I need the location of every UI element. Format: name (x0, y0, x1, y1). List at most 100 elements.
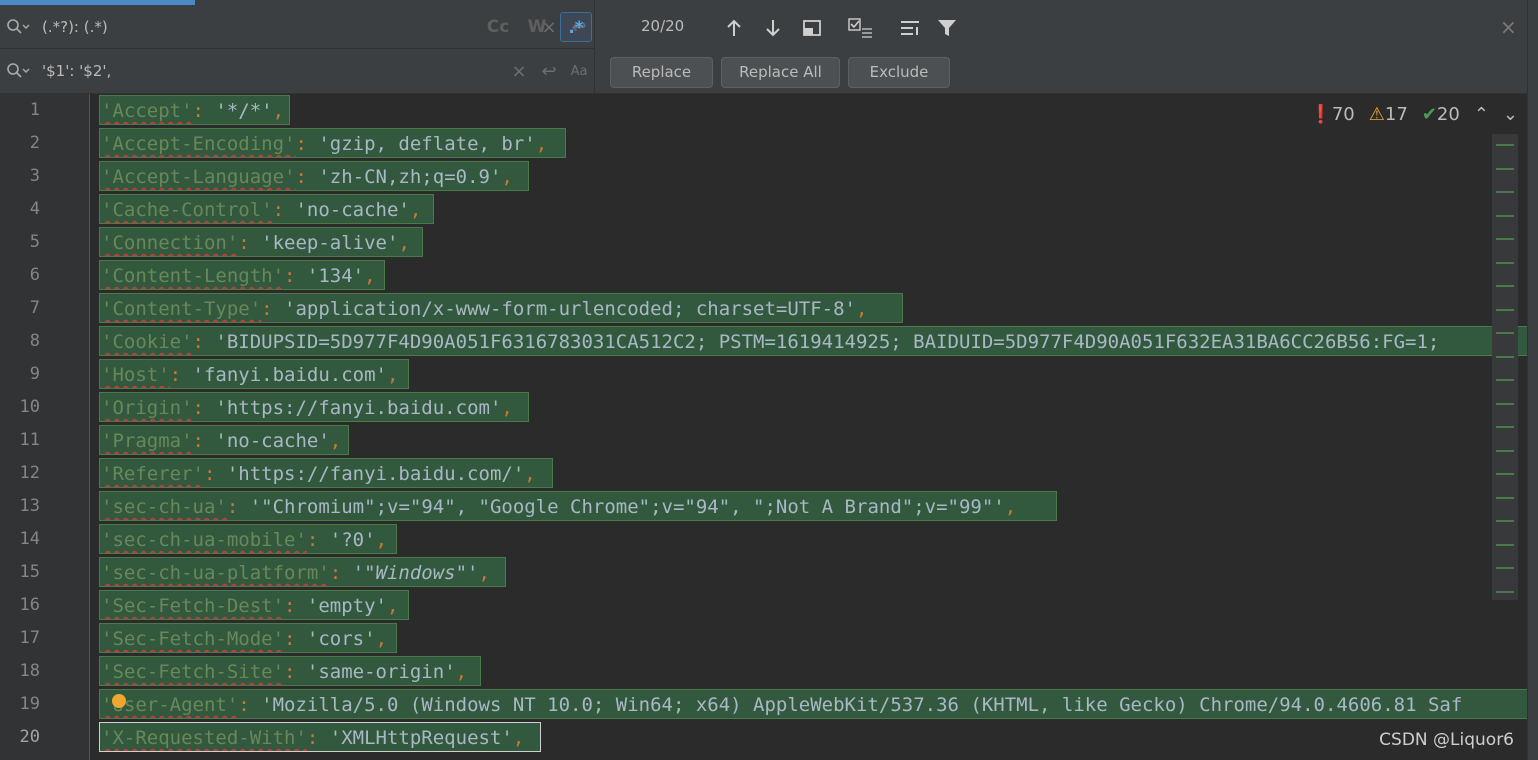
stripe-marker[interactable] (1496, 520, 1514, 522)
comma: , (272, 100, 285, 122)
match-highlight[interactable]: 'Connection': 'keep-alive', (99, 227, 423, 257)
stripe-marker[interactable] (1496, 402, 1514, 405)
new-line-icon[interactable]: ↩ (534, 61, 564, 82)
stripe-marker[interactable] (1496, 144, 1514, 146)
match-highlight[interactable]: 'Sec-Fetch-Mode': 'cors', (99, 623, 397, 653)
ok-count[interactable]: ✔20 (1422, 104, 1460, 125)
stripe-marker[interactable] (1496, 590, 1514, 593)
code-line[interactable]: 16 'Sec-Fetch-Dest': 'empty', (0, 589, 1528, 622)
warning-count[interactable]: ⚠17 (1369, 104, 1408, 125)
stripe-marker[interactable] (1496, 191, 1514, 193)
match-highlight[interactable]: 'Content-Length': '134', (99, 260, 385, 290)
code-line[interactable]: 19 'User-Agent': 'Mozilla/5.0 (Windows NT… (0, 688, 1528, 721)
right-tool-strip[interactable] (1527, 0, 1538, 760)
open-in-window-icon[interactable] (897, 15, 923, 41)
stripe-marker[interactable] (1496, 426, 1514, 428)
filter-icon[interactable] (934, 15, 960, 41)
match-highlight[interactable]: 'Accept': '*/*', (99, 95, 290, 125)
stripe-marker[interactable] (1496, 332, 1514, 334)
stripe-marker[interactable] (1496, 285, 1514, 287)
code-editor[interactable]: 1 'Accept': '*/*', 2 'Accept-Encoding': 'gz… (0, 94, 1528, 760)
replace-history-icon[interactable] (6, 62, 36, 80)
regex-toggle[interactable]: .* (560, 12, 592, 42)
search-input[interactable]: (.*?): (.*) (42, 18, 534, 36)
code-line[interactable]: 11 'Pragma': 'no-cache', (0, 424, 1528, 457)
match-highlight[interactable]: 'sec-ch-ua-platform': '"Windows"', (99, 557, 506, 587)
code-line[interactable]: 12 'Referer': 'https://fanyi.baidu.com/', (0, 457, 1528, 490)
match-highlight[interactable]: 'Accept-Language': 'zh-CN,zh;q=0.9', (99, 161, 529, 191)
code-line[interactable]: 17 'Sec-Fetch-Mode': 'cors', (0, 622, 1528, 655)
match-highlight[interactable]: 'sec-ch-ua-mobile': '?0', (99, 524, 397, 554)
stripe-marker[interactable] (1496, 473, 1514, 475)
code-line[interactable]: 20 'X-Requested-With': 'XMLHttpRequest', (0, 721, 1528, 754)
comma: , (535, 133, 548, 155)
exclude-button[interactable]: Exclude (848, 57, 950, 88)
colon: : (192, 430, 216, 452)
replace-input[interactable]: '$1': '$2', (42, 62, 504, 80)
match-highlight[interactable]: 'Referer': 'https://fanyi.baidu.com/', (99, 458, 553, 488)
match-highlight[interactable]: 'Origin': 'https://fanyi.baidu.com', (99, 392, 529, 422)
previous-highlight-icon[interactable]: ⌃ (1474, 104, 1489, 125)
previous-occurrence-icon[interactable] (721, 15, 747, 41)
code-line[interactable]: 14 'sec-ch-ua-mobile': '?0', (0, 523, 1528, 556)
stripe-marker[interactable] (1496, 214, 1514, 217)
dict-key: 'Connection' (101, 232, 239, 254)
intention-bulb-icon[interactable] (112, 694, 126, 708)
match-highlight[interactable]: 'User-Agent': 'Mozilla/5.0 (Windows NT 1… (99, 689, 1528, 719)
code-line[interactable]: 15 'sec-ch-ua-platform': '"Windows"', (0, 556, 1528, 589)
inspection-widget[interactable]: ❗70 ⚠17 ✔20 ⌃ ⌄ (1309, 104, 1518, 125)
code-line[interactable]: 1 'Accept': '*/*', (0, 94, 1528, 127)
words-toggle[interactable]: W (522, 12, 552, 42)
stripe-marker[interactable] (1496, 496, 1514, 499)
error-count[interactable]: ❗70 (1309, 104, 1354, 125)
next-highlight-icon[interactable]: ⌄ (1503, 104, 1518, 125)
stripe-marker[interactable] (1496, 167, 1514, 170)
replace-all-button[interactable]: Replace All (721, 57, 840, 88)
match-highlight[interactable]: 'Accept-Encoding': 'gzip, deflate, br', (99, 128, 566, 158)
dict-key: 'sec-ch-ua-mobile' (101, 529, 307, 551)
stripe-marker[interactable] (1496, 308, 1514, 311)
replace-field[interactable]: '$1': '$2', × ↩ Aa (0, 50, 594, 92)
error-stripe[interactable] (1492, 134, 1518, 600)
preserve-case-icon[interactable]: Aa (564, 64, 594, 79)
match-highlight[interactable]: 'Content-Type': 'application/x-www-form-… (99, 293, 903, 323)
code-line[interactable]: 8 'Cookie': 'BIDUPSID=5D977F4D90A051F6316… (0, 325, 1528, 358)
clear-replace-icon[interactable]: × (504, 61, 534, 82)
close-icon[interactable]: × (1500, 15, 1517, 39)
replace-button[interactable]: Replace (610, 57, 713, 88)
match-highlight[interactable]: 'Pragma': 'no-cache', (99, 425, 349, 455)
match-case-toggle[interactable]: Cc (482, 12, 514, 42)
match-highlight[interactable]: 'Cookie': 'BIDUPSID=5D977F4D90A051F63167… (99, 326, 1528, 356)
stripe-marker[interactable] (1496, 238, 1514, 240)
match-highlight[interactable]: 'sec-ch-ua': '"Chromium";v="94", "Google… (99, 491, 1057, 521)
match-highlight[interactable]: 'X-Requested-With': 'XMLHttpRequest', (99, 722, 541, 752)
stripe-marker[interactable] (1496, 379, 1514, 381)
code-line[interactable]: 5 'Connection': 'keep-alive', (0, 226, 1528, 259)
code-line[interactable]: 13 'sec-ch-ua': '"Chromium";v="94", "Goog… (0, 490, 1528, 523)
stripe-marker[interactable] (1496, 261, 1514, 264)
colon: : (192, 397, 216, 419)
stripe-marker[interactable] (1496, 355, 1514, 358)
search-history-icon[interactable] (6, 18, 36, 36)
stripe-marker[interactable] (1496, 543, 1514, 546)
match-highlight[interactable]: 'Sec-Fetch-Dest': 'empty', (99, 590, 409, 620)
dict-value: '*/*' (215, 100, 273, 122)
colon: : (192, 100, 216, 122)
code-line[interactable]: 2 'Accept-Encoding': 'gzip, deflate, br', (0, 127, 1528, 160)
code-line[interactable]: 7 'Content-Type': 'application/x-www-form… (0, 292, 1528, 325)
stripe-marker[interactable] (1496, 567, 1514, 569)
next-occurrence-icon[interactable] (760, 15, 786, 41)
in-selection-icon[interactable] (848, 15, 874, 41)
select-all-occurrences-icon[interactable] (799, 15, 825, 41)
dict-key: 'sec-ch-ua-platform' (101, 562, 330, 584)
code-line[interactable]: 3 'Accept-Language': 'zh-CN,zh;q=0.9', (0, 160, 1528, 193)
match-highlight[interactable]: 'Sec-Fetch-Site': 'same-origin', (99, 656, 481, 686)
match-highlight[interactable]: 'Cache-Control': 'no-cache', (99, 194, 434, 224)
code-line[interactable]: 4 'Cache-Control': 'no-cache', (0, 193, 1528, 226)
code-line[interactable]: 6 'Content-Length': '134', (0, 259, 1528, 292)
code-line[interactable]: 9 'Host': 'fanyi.baidu.com', (0, 358, 1528, 391)
stripe-marker[interactable] (1496, 449, 1514, 452)
code-line[interactable]: 10 'Origin': 'https://fanyi.baidu.com', (0, 391, 1528, 424)
match-highlight[interactable]: 'Host': 'fanyi.baidu.com', (99, 359, 409, 389)
code-line[interactable]: 18 'Sec-Fetch-Site': 'same-origin', (0, 655, 1528, 688)
